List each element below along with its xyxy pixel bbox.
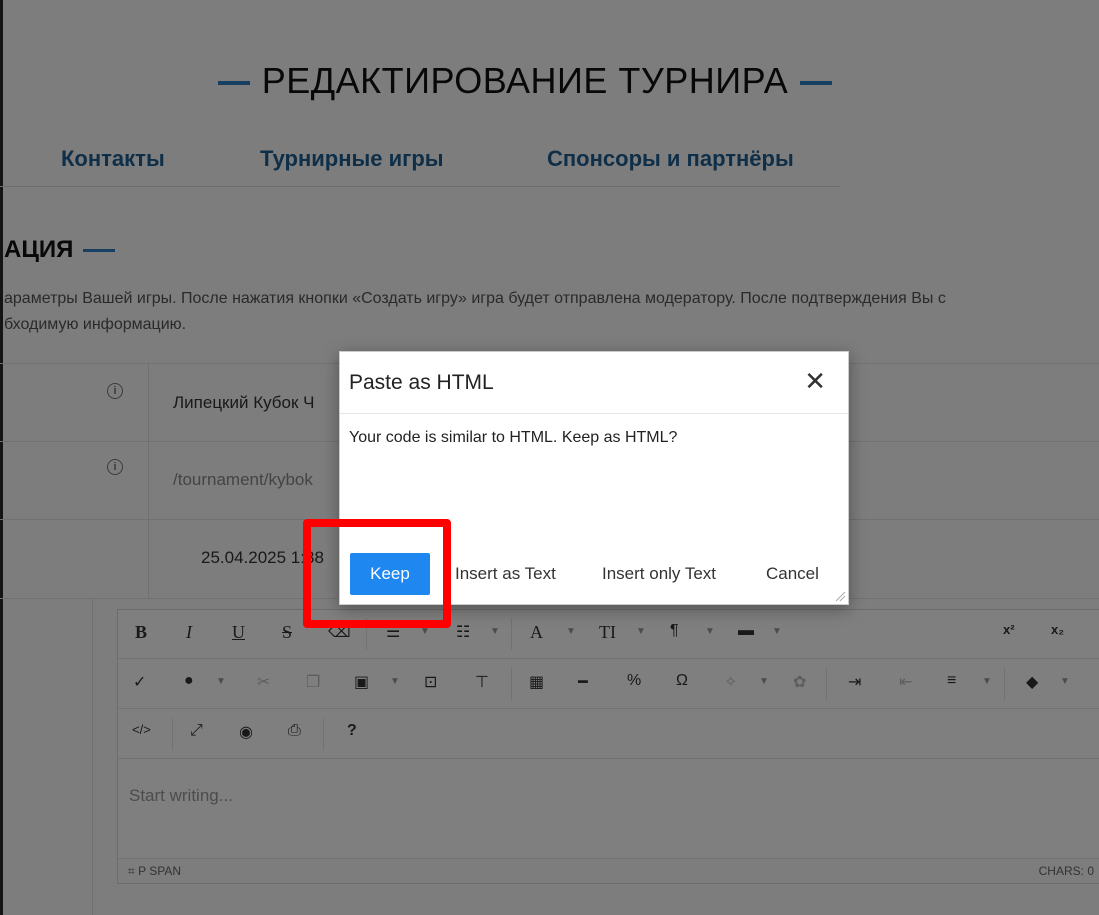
cancel-button[interactable]: Cancel xyxy=(766,553,819,595)
dialog-message: Your code is similar to HTML. Keep as HT… xyxy=(349,429,678,446)
close-icon[interactable]: ✕ xyxy=(804,366,826,396)
resize-grip-icon[interactable] xyxy=(834,590,846,602)
dialog-title: Paste as HTML xyxy=(349,371,494,394)
keep-button-highlight xyxy=(303,519,451,628)
insert-only-text-button[interactable]: Insert only Text xyxy=(602,553,716,595)
dialog-header: Paste as HTML ✕ xyxy=(340,352,848,414)
insert-as-text-button[interactable]: Insert as Text xyxy=(455,553,556,595)
